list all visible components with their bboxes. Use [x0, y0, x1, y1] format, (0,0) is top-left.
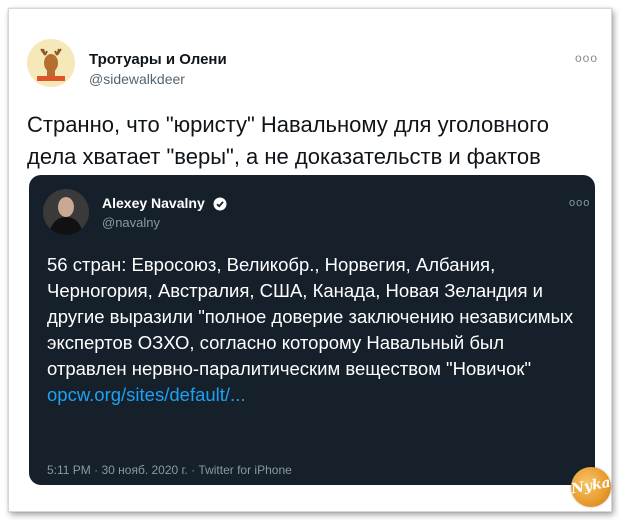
quoted-tweet-meta: 5:11 PM · 30 нояб. 2020 г. · Twitter for… [47, 463, 292, 477]
tweet-text: Странно, что "юристу" Навальному для уго… [27, 112, 550, 169]
quoted-tweet-body: 56 стран: Евросоюз, Великобр., Норвегия,… [47, 254, 574, 379]
deer-avatar-icon [27, 39, 75, 87]
quoted-tweet[interactable]: Alexey Navalny @navalny ooo 56 стран: Ев… [29, 175, 595, 485]
quoted-author-name[interactable]: Alexey Navalny [102, 195, 227, 211]
quoted-author-handle[interactable]: @navalny [102, 215, 160, 230]
author-handle[interactable]: @sidewalkdeer [89, 71, 185, 87]
quoted-avatar[interactable] [43, 189, 89, 235]
watermark-text: Nyka [570, 474, 612, 498]
author-name[interactable]: Тротуары и Олени [89, 51, 227, 68]
person-avatar-icon [43, 189, 89, 235]
quoted-author-name-text: Alexey Navalny [102, 195, 205, 211]
quoted-more-options-icon[interactable]: ooo [569, 197, 590, 209]
watermark-logo: Nyka [570, 467, 612, 507]
avatar[interactable] [27, 39, 75, 87]
more-options-icon[interactable]: ooo [575, 51, 598, 65]
quoted-tweet-link[interactable]: opcw.org/sites/default/... [47, 384, 245, 405]
verified-badge-icon [213, 197, 227, 211]
screenshot-frame: Тротуары и Олени @sidewalkdeer ooo Стран… [8, 8, 612, 512]
quoted-tweet-text: 56 стран: Евросоюз, Великобр., Норвегия,… [47, 252, 583, 408]
